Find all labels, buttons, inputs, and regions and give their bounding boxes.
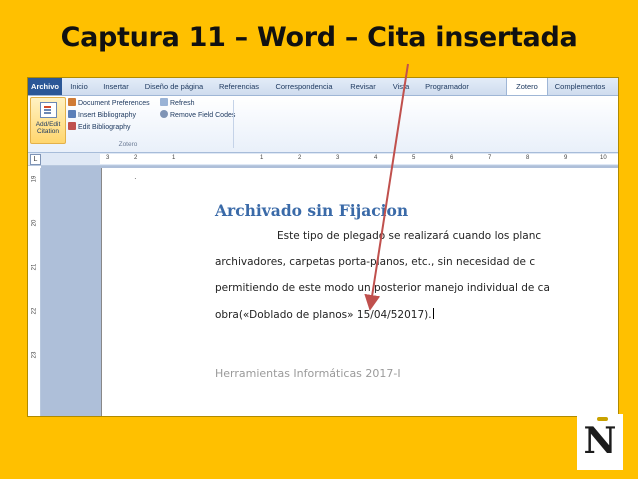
logo-letter: N bbox=[583, 420, 617, 462]
annotation-arrow bbox=[364, 63, 409, 311]
logo: N bbox=[577, 414, 623, 470]
arrow-line bbox=[364, 63, 409, 311]
